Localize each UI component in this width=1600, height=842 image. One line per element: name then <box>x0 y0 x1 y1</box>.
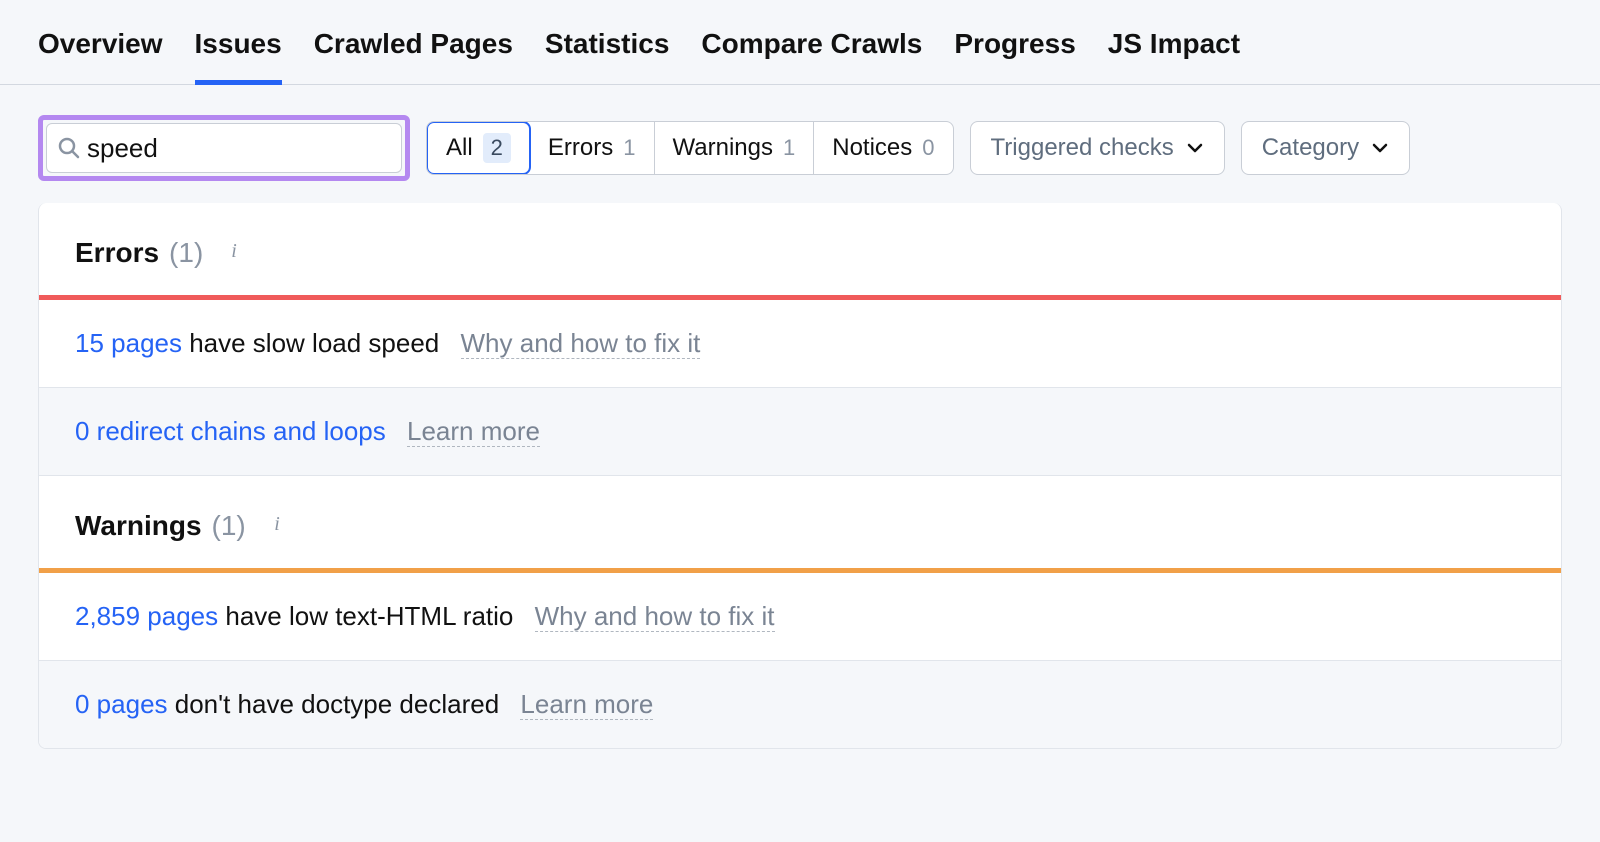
issues-panel: Errors (1) i 15 pages have slow load spe… <box>38 203 1562 749</box>
issue-link[interactable]: 0 pages <box>75 689 168 719</box>
issue-row: 2,859 pages have low text-HTML ratio Why… <box>39 573 1561 660</box>
filter-warnings-label: Warnings <box>673 134 773 162</box>
filter-notices[interactable]: Notices 0 <box>814 122 952 174</box>
issue-hint[interactable]: Learn more <box>407 416 540 447</box>
filter-errors[interactable]: Errors 1 <box>530 122 655 174</box>
tab-progress[interactable]: Progress <box>954 20 1075 84</box>
filter-all-count: 2 <box>483 133 511 163</box>
filter-all[interactable]: All 2 <box>426 121 531 175</box>
issue-row: 15 pages have slow load speed Why and ho… <box>39 300 1561 387</box>
triggered-checks-dropdown[interactable]: Triggered checks <box>970 121 1225 175</box>
errors-section-header: Errors (1) i <box>39 203 1561 295</box>
issue-link[interactable]: 0 redirect chains and loops <box>75 416 386 446</box>
issue-text: have low text-HTML ratio <box>218 601 513 631</box>
tab-crawled-pages[interactable]: Crawled Pages <box>314 20 513 84</box>
search-input[interactable] <box>81 133 428 164</box>
filter-warnings[interactable]: Warnings 1 <box>655 122 815 174</box>
issue-link[interactable]: 2,859 pages <box>75 601 218 631</box>
category-label: Category <box>1262 134 1359 162</box>
search-icon <box>57 136 81 160</box>
tab-overview[interactable]: Overview <box>38 20 163 84</box>
triggered-checks-label: Triggered checks <box>991 134 1174 162</box>
filters-row: All 2 Errors 1 Warnings 1 Notices 0 Trig… <box>0 85 1600 203</box>
svg-text:i: i <box>232 240 238 262</box>
info-icon[interactable]: i <box>266 513 288 535</box>
tab-issues[interactable]: Issues <box>195 20 282 84</box>
issue-text: have slow load speed <box>182 328 439 358</box>
filter-notices-count: 0 <box>922 135 934 161</box>
warnings-count: (1) <box>212 510 246 542</box>
filter-warnings-count: 1 <box>783 135 795 161</box>
issue-text: don't have doctype declared <box>168 689 500 719</box>
main-tabs: Overview Issues Crawled Pages Statistics… <box>0 0 1600 85</box>
issue-hint[interactable]: Why and how to fix it <box>461 328 701 359</box>
filter-segment: All 2 Errors 1 Warnings 1 Notices 0 <box>426 121 954 175</box>
filter-errors-label: Errors <box>548 134 613 162</box>
category-dropdown[interactable]: Category <box>1241 121 1410 175</box>
filter-notices-label: Notices <box>832 134 912 162</box>
search-highlight <box>38 115 410 181</box>
issue-hint[interactable]: Why and how to fix it <box>535 601 775 632</box>
svg-text:i: i <box>274 513 280 535</box>
tab-js-impact[interactable]: JS Impact <box>1108 20 1240 84</box>
tab-statistics[interactable]: Statistics <box>545 20 670 84</box>
issue-row: 0 redirect chains and loops Learn more <box>39 387 1561 475</box>
tab-compare-crawls[interactable]: Compare Crawls <box>701 20 922 84</box>
search-box <box>46 123 402 173</box>
issue-link[interactable]: 15 pages <box>75 328 182 358</box>
warnings-section-header: Warnings (1) i <box>39 475 1561 568</box>
filter-errors-count: 1 <box>623 135 635 161</box>
chevron-down-icon <box>1186 139 1204 157</box>
errors-count: (1) <box>169 237 203 269</box>
info-icon[interactable]: i <box>223 240 245 262</box>
warnings-title: Warnings <box>75 510 202 542</box>
chevron-down-icon <box>1371 139 1389 157</box>
issue-hint[interactable]: Learn more <box>520 689 653 720</box>
filter-all-label: All <box>446 134 473 162</box>
issue-row: 0 pages don't have doctype declared Lear… <box>39 660 1561 748</box>
errors-title: Errors <box>75 237 159 269</box>
